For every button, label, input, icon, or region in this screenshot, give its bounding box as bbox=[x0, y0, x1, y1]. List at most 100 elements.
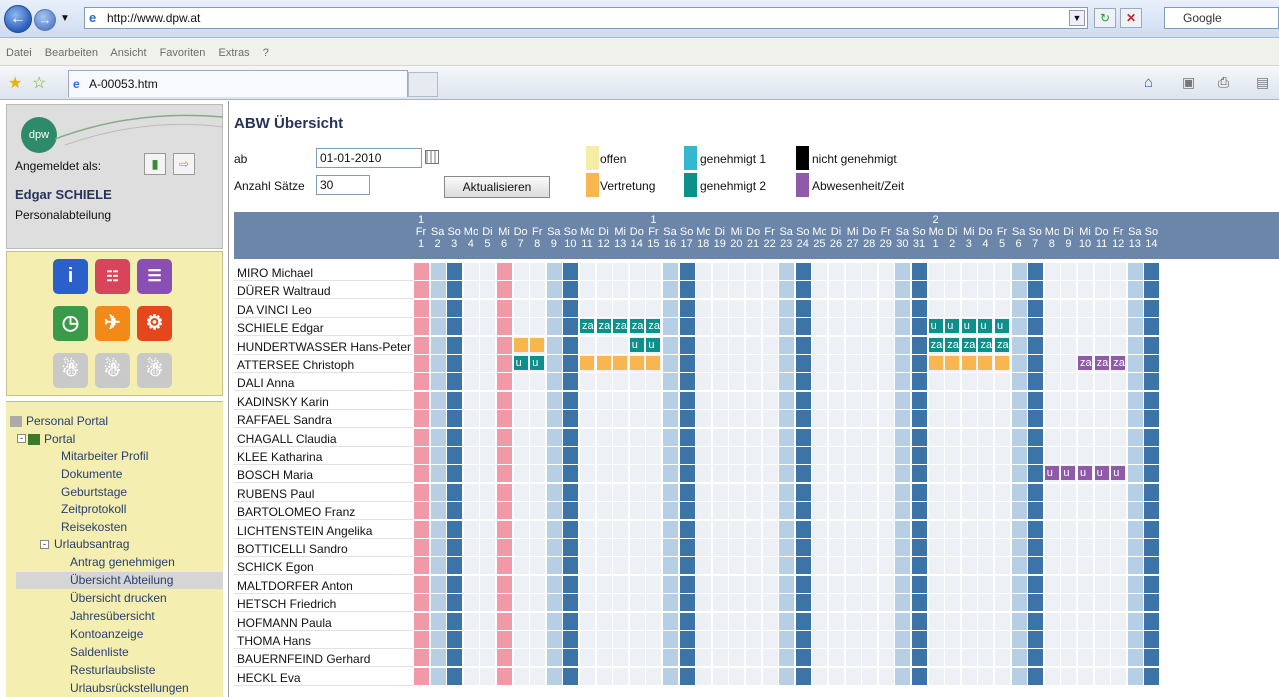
absence-mark[interactable] bbox=[596, 356, 611, 370]
day-cell[interactable] bbox=[762, 318, 778, 336]
day-cell[interactable] bbox=[1144, 336, 1160, 354]
day-cell[interactable] bbox=[497, 539, 513, 556]
day-cell[interactable] bbox=[563, 520, 579, 538]
day-cell[interactable] bbox=[729, 263, 745, 280]
menu-help[interactable]: ? bbox=[263, 47, 269, 59]
day-cell[interactable] bbox=[1094, 391, 1110, 409]
day-cell[interactable] bbox=[878, 594, 894, 612]
day-cell[interactable] bbox=[712, 410, 728, 428]
day-cell[interactable] bbox=[629, 428, 645, 446]
day-cell[interactable] bbox=[1028, 612, 1044, 630]
forward-button[interactable]: → bbox=[34, 9, 56, 31]
day-cell[interactable] bbox=[613, 263, 629, 280]
day-cell[interactable] bbox=[729, 594, 745, 612]
day-cell[interactable] bbox=[1111, 263, 1127, 280]
day-cell[interactable] bbox=[513, 539, 529, 556]
day-cell[interactable] bbox=[414, 410, 430, 428]
day-cell[interactable] bbox=[1111, 410, 1127, 428]
day-cell[interactable] bbox=[961, 410, 977, 428]
day-cell[interactable] bbox=[497, 612, 513, 630]
day-cell[interactable] bbox=[497, 483, 513, 501]
day-cell[interactable] bbox=[629, 594, 645, 612]
day-cell[interactable] bbox=[912, 465, 928, 483]
day-cell[interactable] bbox=[1144, 649, 1160, 667]
day-cell[interactable] bbox=[546, 355, 562, 372]
day-cell[interactable] bbox=[1144, 355, 1160, 372]
day-cell[interactable] bbox=[762, 391, 778, 409]
day-cell[interactable] bbox=[1111, 539, 1127, 556]
day-cell[interactable] bbox=[1078, 649, 1094, 667]
day-cell[interactable] bbox=[961, 594, 977, 612]
day-cell[interactable] bbox=[895, 502, 911, 520]
day-cell[interactable] bbox=[746, 612, 762, 630]
day-cell[interactable] bbox=[629, 391, 645, 409]
day-cell[interactable] bbox=[679, 447, 695, 464]
day-cell[interactable] bbox=[629, 299, 645, 317]
day-cell[interactable] bbox=[878, 465, 894, 483]
day-cell[interactable] bbox=[1144, 575, 1160, 593]
day-cell[interactable] bbox=[563, 557, 579, 575]
day-cell[interactable] bbox=[480, 539, 496, 556]
day-cell[interactable] bbox=[729, 667, 745, 685]
day-cell[interactable] bbox=[414, 557, 430, 575]
day-cell[interactable] bbox=[762, 667, 778, 685]
day-cell[interactable] bbox=[563, 336, 579, 354]
day-cell[interactable] bbox=[463, 520, 479, 538]
day-cell[interactable] bbox=[945, 263, 961, 280]
day-cell[interactable] bbox=[978, 594, 994, 612]
day-cell[interactable] bbox=[912, 557, 928, 575]
day-cell[interactable] bbox=[795, 612, 811, 630]
day-cell[interactable] bbox=[978, 428, 994, 446]
day-cell[interactable] bbox=[497, 336, 513, 354]
day-cell[interactable] bbox=[1011, 410, 1027, 428]
day-cell[interactable] bbox=[995, 263, 1011, 280]
day-cell[interactable] bbox=[646, 502, 662, 520]
day-cell[interactable] bbox=[712, 373, 728, 391]
absence-mark[interactable]: u bbox=[646, 337, 661, 352]
day-cell[interactable] bbox=[530, 502, 546, 520]
day-cell[interactable] bbox=[663, 575, 679, 593]
day-cell[interactable] bbox=[646, 410, 662, 428]
day-cell[interactable] bbox=[480, 281, 496, 299]
day-cell[interactable] bbox=[878, 355, 894, 372]
day-cell[interactable] bbox=[995, 649, 1011, 667]
day-cell[interactable] bbox=[430, 447, 446, 464]
day-cell[interactable] bbox=[795, 539, 811, 556]
day-cell[interactable] bbox=[580, 428, 596, 446]
day-cell[interactable] bbox=[812, 612, 828, 630]
day-cell[interactable] bbox=[480, 520, 496, 538]
day-cell[interactable] bbox=[995, 594, 1011, 612]
day-cell[interactable] bbox=[795, 299, 811, 317]
day-cell[interactable] bbox=[978, 465, 994, 483]
day-cell[interactable] bbox=[912, 281, 928, 299]
day-cell[interactable] bbox=[862, 502, 878, 520]
day-cell[interactable] bbox=[729, 465, 745, 483]
day-cell[interactable] bbox=[463, 391, 479, 409]
day-cell[interactable] bbox=[513, 575, 529, 593]
day-cell[interactable] bbox=[712, 520, 728, 538]
day-cell[interactable] bbox=[414, 539, 430, 556]
day-cell[interactable] bbox=[712, 281, 728, 299]
day-cell[interactable] bbox=[463, 318, 479, 336]
day-cell[interactable] bbox=[663, 391, 679, 409]
day-cell[interactable] bbox=[1011, 336, 1027, 354]
day-cell[interactable] bbox=[463, 447, 479, 464]
day-cell[interactable] bbox=[563, 649, 579, 667]
day-cell[interactable] bbox=[530, 649, 546, 667]
day-cell[interactable] bbox=[596, 612, 612, 630]
day-cell[interactable] bbox=[795, 631, 811, 648]
day-cell[interactable] bbox=[430, 391, 446, 409]
day-cell[interactable] bbox=[497, 428, 513, 446]
day-cell[interactable] bbox=[878, 612, 894, 630]
day-cell[interactable] bbox=[1094, 263, 1110, 280]
tree-item[interactable]: Dokumente bbox=[61, 467, 122, 481]
day-cell[interactable] bbox=[812, 594, 828, 612]
day-cell[interactable] bbox=[1028, 594, 1044, 612]
day-cell[interactable] bbox=[613, 373, 629, 391]
day-cell[interactable] bbox=[696, 318, 712, 336]
day-cell[interactable] bbox=[463, 410, 479, 428]
absence-mark[interactable] bbox=[961, 356, 976, 370]
day-cell[interactable] bbox=[1111, 667, 1127, 685]
day-cell[interactable] bbox=[596, 649, 612, 667]
day-cell[interactable] bbox=[613, 520, 629, 538]
